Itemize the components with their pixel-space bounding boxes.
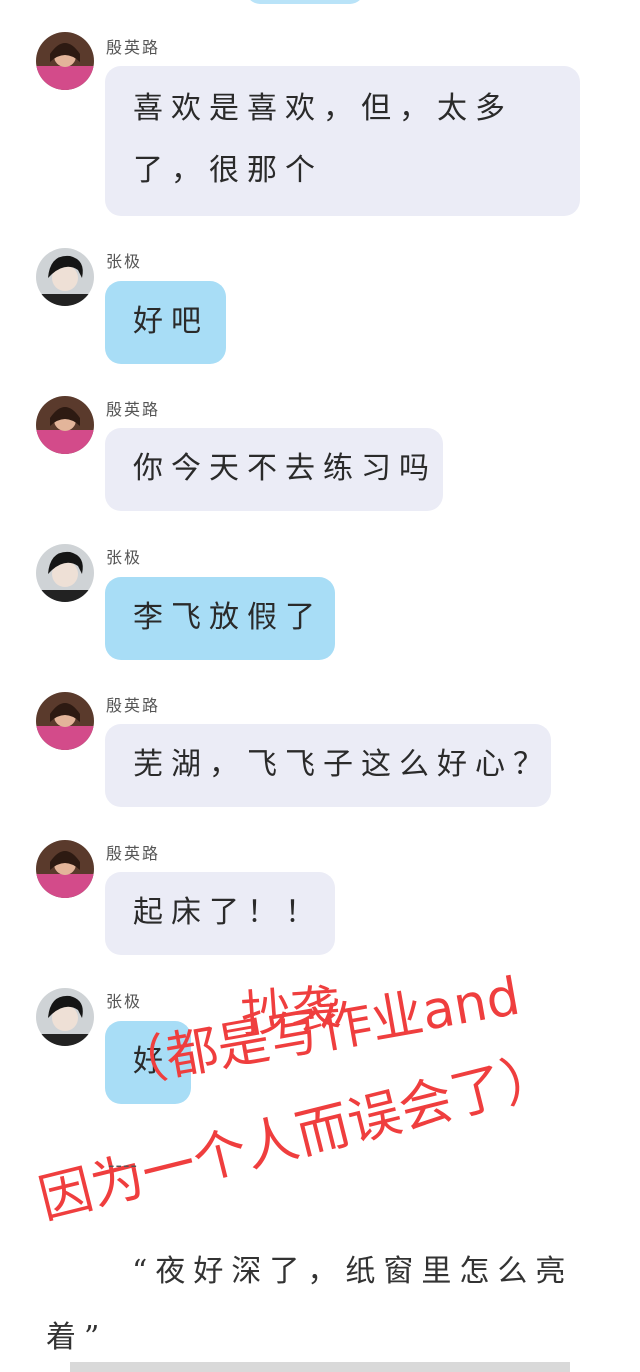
novel-text-line-1: “夜好深了，纸窗里怎么亮 (132, 1254, 574, 1289)
avatar-yinyinglu[interactable] (36, 396, 94, 454)
message-bubble[interactable]: 李飞放假了 (105, 577, 335, 660)
message-text-line: 喜欢是喜欢，但，太多 (133, 91, 513, 126)
message-bubble[interactable]: 好吧 (105, 281, 226, 364)
avatar-zhangji[interactable] (36, 544, 94, 602)
avatar-yinyinglu[interactable] (36, 32, 94, 90)
avatar-yinyinglu[interactable] (36, 840, 94, 898)
sender-name: 殷英路 (106, 38, 161, 57)
sender-name: 殷英路 (106, 844, 161, 863)
message-text-line: 你今天不去练习吗 (133, 451, 437, 486)
sender-name: 殷英路 (106, 400, 161, 419)
message-text-line: 起床了！！ (133, 895, 323, 930)
avatar-zhangji[interactable] (36, 248, 94, 306)
previous-bubble-edge (246, 0, 364, 4)
separator: ---- (108, 1155, 138, 1176)
message-bubble[interactable]: 起床了！！ (105, 872, 335, 955)
message-text-line: 芜湖，飞飞子这么好心？ (133, 747, 551, 782)
bottom-edge-bar (70, 1362, 570, 1372)
message-bubble[interactable]: 芜湖，飞飞子这么好心？ (105, 724, 551, 807)
avatar-zhangji[interactable] (36, 988, 94, 1046)
avatar-yinyinglu[interactable] (36, 692, 94, 750)
message-text-line: 了，很那个 (133, 153, 323, 188)
sender-name: 张极 (106, 252, 143, 271)
message-bubble[interactable]: 喜欢是喜欢，但，太多 了，很那个 (105, 66, 580, 216)
message-text-line: 好吧 (133, 304, 209, 339)
message-text-line: 李飞放假了 (133, 600, 323, 635)
message-bubble[interactable]: 你今天不去练习吗 (105, 428, 443, 511)
sender-name: 张极 (106, 548, 143, 567)
sender-name: 殷英路 (106, 696, 161, 715)
sender-name: 张极 (106, 992, 143, 1011)
novel-text-line-2: 着” (46, 1320, 108, 1355)
